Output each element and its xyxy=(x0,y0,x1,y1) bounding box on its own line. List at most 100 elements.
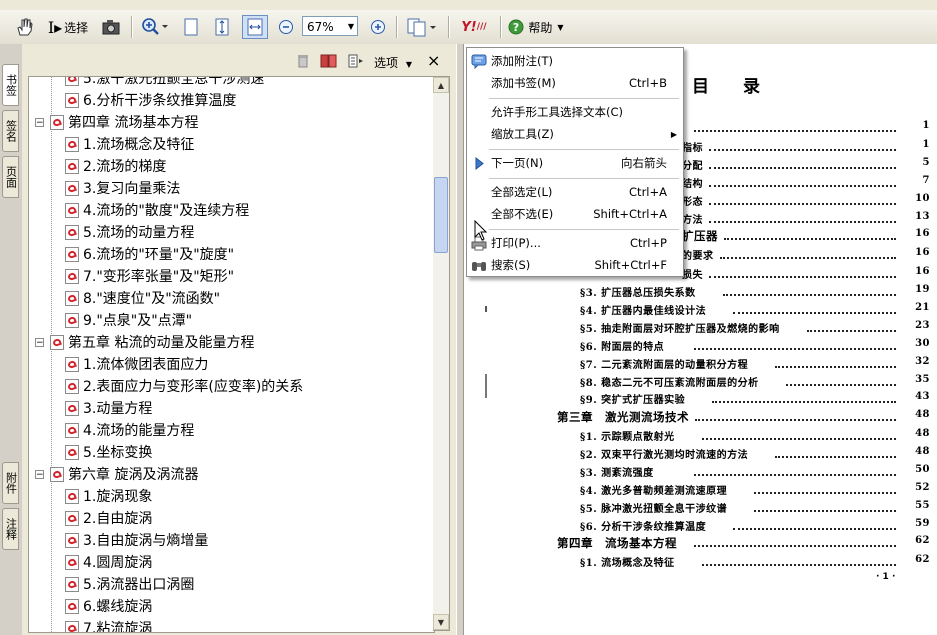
section-bookmark[interactable]: 1.流场概念及特征 xyxy=(65,133,194,155)
pdf-bookmark-icon xyxy=(65,312,79,328)
section-bookmark[interactable]: 9."点泉"及"点潭" xyxy=(65,309,192,331)
toc-leader-dots xyxy=(733,526,896,530)
section-bookmark[interactable]: 1.旋涡现象 xyxy=(65,485,152,507)
options-menu-button[interactable]: 选项 ▼ xyxy=(374,54,412,71)
help-button[interactable]: ? 帮助 ▼ xyxy=(506,15,566,39)
collapse-toggle-icon[interactable]: − xyxy=(35,337,44,347)
tab-pages[interactable]: 页面 xyxy=(2,156,19,198)
scroll-thumb[interactable] xyxy=(434,177,448,253)
toc-section-entry: §6. 分析干涉条纹推算温度 xyxy=(580,522,707,533)
tab-signatures-label: 签名 xyxy=(4,120,18,142)
menu-item[interactable]: 打印(P)... Ctrl+P xyxy=(467,233,683,254)
pdf-bookmark-icon xyxy=(65,598,79,614)
toc-page-number: 43 xyxy=(915,391,930,402)
menu-item[interactable]: 全部选定(L) Ctrl+A xyxy=(467,182,683,203)
actual-size-icon[interactable] xyxy=(180,15,202,39)
menu-item[interactable]: 允许手形工具选择文本(C) xyxy=(467,102,683,123)
menu-item[interactable]: 搜索(S) Shift+Ctrl+F xyxy=(467,255,683,276)
section-bookmark[interactable]: 6.螺线旋涡 xyxy=(65,595,152,617)
section-bookmark[interactable]: 5.坐标变换 xyxy=(65,441,152,463)
tab-attachments[interactable]: 附件 xyxy=(2,462,19,504)
section-bookmark[interactable]: 7.粘流旋涡 xyxy=(65,617,152,632)
section-bookmark[interactable]: 7."变形率张量"及"矩形" xyxy=(65,265,234,287)
scroll-up-button[interactable]: ▲ xyxy=(433,77,449,93)
toc-section-entry: §3. 扩压器总压损失系数 xyxy=(580,288,696,299)
zoom-level-field[interactable]: 67% ▼ xyxy=(302,16,358,36)
chapter-bookmark[interactable]: − 第六章 旋涡及涡流器 xyxy=(35,463,198,485)
zoom-in-tool-icon[interactable] xyxy=(138,15,172,39)
pdf-bookmark-icon xyxy=(65,202,79,218)
collapse-toggle-icon[interactable]: − xyxy=(35,469,44,479)
tab-comments[interactable]: 注释 xyxy=(2,508,19,550)
section-bookmark[interactable]: 2.表面应力与变形率(应变率)的关系 xyxy=(65,375,303,397)
fit-width-icon[interactable] xyxy=(242,15,268,39)
yahoo-search-icon[interactable]: Y!/// xyxy=(456,15,492,39)
menu-item[interactable]: 缩放工具(Z) ▶ xyxy=(467,124,683,145)
fit-page-icon[interactable] xyxy=(210,15,234,39)
book-options-icon[interactable] xyxy=(320,53,338,73)
section-bookmark[interactable]: 8."速度位"及"流函数" xyxy=(65,287,220,309)
toc-leader-dots xyxy=(724,236,896,240)
pdf-bookmark-icon xyxy=(65,444,79,460)
section-bookmark[interactable]: 2.自由旋涡 xyxy=(65,507,152,529)
svg-text:?: ? xyxy=(513,21,519,34)
section-bookmark[interactable]: 3.复习向量乘法 xyxy=(65,177,180,199)
menu-item[interactable]: 下一页(N) 向右箭头 xyxy=(467,153,683,174)
section-bookmark[interactable]: 4.圆周旋涡 xyxy=(65,551,152,573)
scroll-down-button[interactable]: ▼ xyxy=(433,614,449,630)
bookmark-label: 8."速度位"及"流函数" xyxy=(83,291,221,307)
select-tool-label: 选择 xyxy=(64,20,89,35)
panel-splitter[interactable] xyxy=(456,44,464,635)
zoom-out-button[interactable] xyxy=(276,15,296,39)
page-layout-icon[interactable] xyxy=(404,15,440,39)
main-toolbar: I▸ 选择 67% ▼ Y!/// ? 帮助 ▼ xyxy=(0,10,937,45)
bookmark-label: 4.流场的"散度"及连续方程 xyxy=(83,203,250,219)
tab-signatures[interactable]: 签名 xyxy=(2,110,19,152)
zoom-dropdown-icon[interactable]: ▼ xyxy=(348,17,354,37)
section-bookmark[interactable]: 4.流场的"散度"及连续方程 xyxy=(65,199,249,221)
menu-item[interactable]: 添加书签(M) Ctrl+B xyxy=(467,73,683,94)
section-bookmark[interactable]: 1.流体微团表面应力 xyxy=(65,353,208,375)
toc-section-entry: §5. 脉冲激光扭颤全息干涉纹谱 xyxy=(580,504,728,515)
bookmark-scrollbar[interactable]: ▲ ▼ xyxy=(433,76,450,631)
options-label: 选项 xyxy=(374,56,399,70)
hand-tool-icon[interactable] xyxy=(10,15,38,39)
zoom-in-button[interactable] xyxy=(368,15,388,39)
trash-icon[interactable] xyxy=(296,53,310,73)
tab-bookmarks[interactable]: 书签 xyxy=(2,64,19,106)
section-bookmark[interactable]: 5.流场的动量方程 xyxy=(65,221,194,243)
toc-leader-dots xyxy=(701,436,896,440)
expand-bookmark-icon[interactable] xyxy=(348,53,366,73)
close-panel-button[interactable]: × xyxy=(427,51,440,70)
chapter-bookmark[interactable]: − 第四章 流场基本方程 xyxy=(35,111,198,133)
menu-item[interactable]: 全部不选(E) Shift+Ctrl+A xyxy=(467,204,683,225)
section-bookmark[interactable]: 6.流场的"环量"及"旋度" xyxy=(65,243,234,265)
toc-section-entry: §9. 突扩式扩压器实验 xyxy=(580,395,686,406)
section-bookmark[interactable]: 2.流场的梯度 xyxy=(65,155,166,177)
toc-leader-dots xyxy=(709,219,896,223)
section-bookmark[interactable]: 5.涡流器出口涡圈 xyxy=(65,573,194,595)
collapse-toggle-icon[interactable]: − xyxy=(35,117,44,127)
panel-header: 选项 ▼ × xyxy=(22,50,456,76)
section-bookmark[interactable]: 3.动量方程 xyxy=(65,397,152,419)
chapter-bookmark[interactable]: − 第五章 粘流的动量及能量方程 xyxy=(35,331,254,353)
toc-page-number: 23 xyxy=(915,320,930,331)
menu-item[interactable]: 添加附注(T) xyxy=(467,51,683,72)
select-tool-button[interactable]: I▸ 选择 xyxy=(42,15,94,39)
bookmark-label: 3.自由旋涡与熵增量 xyxy=(83,533,209,549)
toc-section-entry: §1. 示踪颗点散射光 xyxy=(580,432,675,443)
toc-page-number: 59 xyxy=(915,518,930,529)
tab-bookmarks-label: 书签 xyxy=(4,74,18,96)
pdf-bookmark-icon xyxy=(65,136,79,152)
menu-item-label: 全部不选(E) xyxy=(491,207,554,221)
bookmark-label: 3.动量方程 xyxy=(83,401,153,417)
section-bookmark[interactable]: 4.流场的能量方程 xyxy=(65,419,194,441)
pdf-bookmark-icon xyxy=(65,620,79,632)
pdf-bookmark-icon xyxy=(65,488,79,504)
mouse-cursor-icon xyxy=(474,220,488,241)
section-bookmark[interactable]: 5.激干激光扭颤全息干涉测速 xyxy=(65,77,264,89)
pdf-bookmark-icon xyxy=(65,180,79,196)
section-bookmark[interactable]: 6.分析干涉条纹推算温度 xyxy=(65,89,236,111)
snapshot-tool-icon[interactable] xyxy=(98,15,124,39)
section-bookmark[interactable]: 3.自由旋涡与熵增量 xyxy=(65,529,208,551)
